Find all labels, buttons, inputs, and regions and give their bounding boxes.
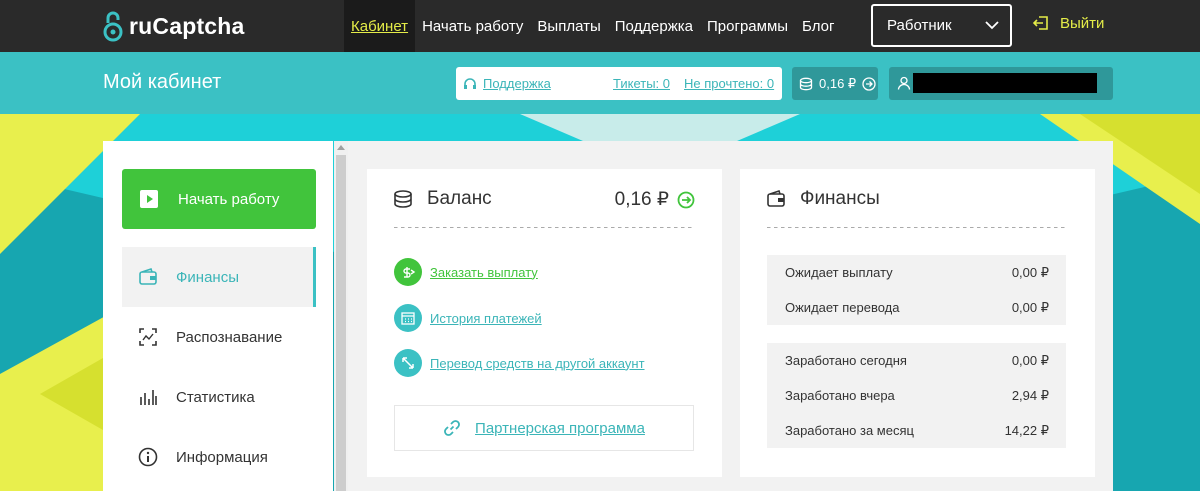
- brand-logo[interactable]: ruCaptcha: [102, 10, 245, 42]
- wallet-icon: [139, 267, 157, 285]
- transfer-funds-link[interactable]: Перевод средств на другой аккаунт: [394, 349, 645, 377]
- order-payout-link[interactable]: Заказать выплату: [394, 258, 538, 286]
- finance-card-title: Финансы: [800, 188, 880, 209]
- finance-row-label: Ожидает выплату: [785, 265, 893, 280]
- scroll-up-arrow[interactable]: [337, 145, 345, 150]
- nav-item-start-work[interactable]: Начать работу: [415, 0, 530, 52]
- calendar-icon: [394, 304, 422, 332]
- partner-program-button[interactable]: Партнерская программа: [394, 405, 694, 451]
- finance-row: Ожидает перевода 0,00 ₽: [767, 290, 1066, 325]
- nav-item-cabinet[interactable]: Кабинет: [344, 0, 416, 52]
- sidebar-item-statistics[interactable]: Статистика: [122, 367, 316, 427]
- page-title: Мой кабинет: [103, 71, 222, 93]
- logout-link[interactable]: Выйти: [1032, 14, 1104, 32]
- lock-logo-icon: [103, 11, 123, 42]
- finance-card-header: Финансы: [766, 188, 880, 210]
- sidebar-item-finance[interactable]: Финансы: [122, 247, 316, 307]
- user-icon: [897, 76, 911, 90]
- header-balance-button[interactable]: 0,16 ₽: [792, 67, 878, 100]
- sidebar-item-label: Статистика: [176, 388, 255, 406]
- divider: [767, 227, 1068, 229]
- dollar-icon: [394, 258, 422, 286]
- role-select[interactable]: Работник: [871, 4, 1012, 47]
- cabinet-header: Мой кабинет Поддержка Тикеты: 0 Не прочт…: [0, 52, 1200, 114]
- finance-row: Заработано вчера 2,94 ₽: [767, 378, 1066, 413]
- transfer-icon: [394, 349, 422, 377]
- support-panel: Поддержка Тикеты: 0 Не прочтено: 0: [456, 67, 782, 100]
- earnings-group: Заработано сегодня 0,00 ₽ Заработано вче…: [767, 343, 1066, 448]
- sidebar-item-recognition[interactable]: Распознавание: [122, 307, 316, 367]
- start-work-button[interactable]: Начать работу: [122, 169, 316, 229]
- sidebar-item-information[interactable]: Информация: [122, 427, 316, 487]
- logout-icon: [1032, 16, 1048, 30]
- finance-row-label: Заработано за месяц: [785, 423, 914, 438]
- logout-label: Выйти: [1060, 14, 1105, 32]
- nav-item-blog[interactable]: Блог: [795, 0, 841, 52]
- sidebar-scrollbar[interactable]: [334, 141, 348, 491]
- coins-icon: [394, 190, 412, 208]
- finance-row: Ожидает выплату 0,00 ₽: [767, 255, 1066, 290]
- payment-history-label: История платежей: [430, 310, 542, 326]
- headset-icon: [464, 77, 476, 89]
- pending-group: Ожидает выплату 0,00 ₽ Ожидает перевода …: [767, 255, 1066, 325]
- start-work-label: Начать работу: [178, 190, 280, 208]
- order-payout-label: Заказать выплату: [430, 264, 538, 280]
- scrollbar-thumb[interactable]: [336, 155, 346, 491]
- brand-name: ruCaptcha: [129, 12, 245, 39]
- finance-row-label: Заработано сегодня: [785, 353, 907, 368]
- balance-card-header: Баланс: [393, 188, 492, 210]
- sidebar-item-label: Распознавание: [176, 328, 283, 346]
- redacted-username: [913, 73, 1097, 93]
- balance-card: Баланс 0,16 ₽ Заказать выплату История п…: [367, 169, 722, 477]
- finance-row-value: 0,00 ₽: [1011, 265, 1049, 280]
- finance-row: Заработано за месяц 14,22 ₽: [767, 413, 1066, 448]
- support-link[interactable]: Поддержка: [483, 76, 551, 91]
- nav-item-payouts[interactable]: Выплаты: [530, 0, 607, 52]
- balance-amount: 0,16 ₽: [615, 188, 695, 211]
- finance-row: Заработано сегодня 0,00 ₽: [767, 343, 1066, 378]
- transfer-funds-label: Перевод средств на другой аккаунт: [430, 355, 645, 371]
- user-account-button[interactable]: [889, 67, 1113, 100]
- sidebar-item-label: Информация: [176, 448, 268, 466]
- scan-icon: [139, 328, 157, 346]
- coins-icon: [799, 77, 813, 90]
- balance-card-title: Баланс: [427, 188, 492, 209]
- divider: [394, 227, 695, 229]
- role-select-value: Работник: [887, 17, 952, 34]
- finance-row-value: 0,00 ₽: [1011, 353, 1049, 368]
- sidebar: Начать работу Финансы Распознавание Стат…: [103, 141, 333, 491]
- finance-card: Финансы Ожидает выплату 0,00 ₽ Ожидает п…: [740, 169, 1095, 477]
- link-icon: [444, 420, 460, 436]
- nav-item-programs[interactable]: Программы: [700, 0, 795, 52]
- finance-row-value: 0,00 ₽: [1011, 300, 1049, 315]
- arrow-right-circle-icon[interactable]: [677, 191, 695, 209]
- sidebar-item-label: Финансы: [176, 268, 239, 286]
- play-icon: [140, 190, 158, 208]
- main-nav: Кабинет Начать работу Выплаты Поддержка …: [344, 0, 841, 52]
- unread-link[interactable]: Не прочтено: 0: [684, 76, 774, 91]
- top-navbar: ruCaptcha Кабинет Начать работу Выплаты …: [0, 0, 1200, 52]
- balance-amount-value: 0,16 ₽: [614, 189, 669, 210]
- wallet-icon: [767, 189, 785, 207]
- nav-item-support[interactable]: Поддержка: [608, 0, 700, 52]
- chevron-down-icon: [985, 21, 999, 30]
- arrow-right-circle-icon: [862, 76, 876, 91]
- payment-history-link[interactable]: История платежей: [394, 304, 542, 332]
- header-balance-amount: 0,16 ₽: [819, 75, 857, 91]
- info-icon: [138, 447, 158, 467]
- partner-program-label: Партнерская программа: [475, 419, 645, 437]
- finance-row-value: 14,22 ₽: [1004, 423, 1049, 438]
- finance-row-label: Заработано вчера: [785, 388, 895, 403]
- finance-row-label: Ожидает перевода: [785, 300, 900, 315]
- finance-row-value: 2,94 ₽: [1011, 388, 1049, 403]
- bars-icon: [140, 390, 157, 405]
- tickets-link[interactable]: Тикеты: 0: [613, 76, 670, 91]
